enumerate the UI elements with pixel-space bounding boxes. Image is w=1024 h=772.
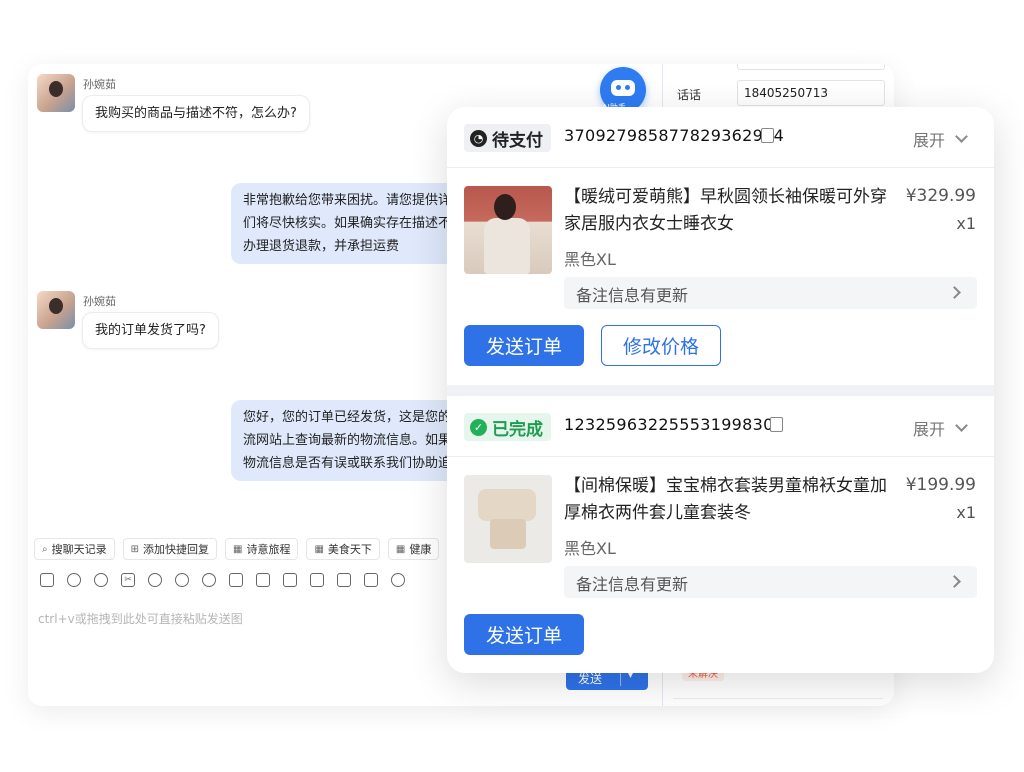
chip-label: 搜聊天记录 xyxy=(51,543,107,556)
expand-toggle[interactable]: 展开 xyxy=(913,127,968,151)
avatar[interactable] xyxy=(37,291,75,329)
mail-icon[interactable] xyxy=(364,573,378,587)
sticker-icon[interactable] xyxy=(202,573,216,587)
message-bubble-incoming: 我购买的商品与描述不符，怎么办? xyxy=(82,95,310,132)
product-quantity: x1 xyxy=(956,214,976,233)
download-icon[interactable] xyxy=(256,573,270,587)
expand-label: 展开 xyxy=(913,131,946,150)
chip-label: 美食天下 xyxy=(327,543,372,556)
product-price: ¥329.99 xyxy=(905,186,976,206)
file-icon[interactable] xyxy=(310,573,324,587)
chevron-right-icon xyxy=(948,575,961,588)
scissors-icon[interactable]: ✂ xyxy=(121,573,135,587)
order-header: ◔ 待支付 370927985877829362944 展开 xyxy=(447,107,994,168)
product-title: 【暖绒可爱萌熊】早秋圆领长袖保暖可外穿家居服内衣女士睡衣女 xyxy=(564,187,887,234)
divider xyxy=(673,698,883,699)
audio-icon[interactable] xyxy=(148,573,162,587)
send-order-button[interactable]: 发送订单 xyxy=(464,614,584,655)
quick-reply-chip[interactable]: ▦ 美食天下 xyxy=(306,538,380,560)
card-icon[interactable] xyxy=(337,573,351,587)
chip-label: 添加快捷回复 xyxy=(143,543,209,556)
status-badge: ✓ 已完成 xyxy=(464,413,551,441)
copy-icon[interactable] xyxy=(761,124,778,143)
clock-icon[interactable] xyxy=(67,573,81,587)
search-history-chip[interactable]: ⌕ 搜聊天记录 xyxy=(34,538,115,560)
product-variant: 黑色XL xyxy=(564,539,616,558)
remark-label: 备注信息有更新 xyxy=(576,575,689,594)
remark-row[interactable]: 备注信息有更新 xyxy=(564,277,977,309)
folder-icon[interactable] xyxy=(229,573,243,587)
status-label: 已完成 xyxy=(492,419,543,440)
order-number: 123259632255531998302 xyxy=(564,415,785,434)
avatar[interactable] xyxy=(37,74,75,112)
grid-icon: ▦ xyxy=(233,543,243,555)
microphone-icon[interactable] xyxy=(391,573,405,587)
send-order-button[interactable]: 发送订单 xyxy=(464,325,584,366)
add-reply-icon: ⊞ xyxy=(130,543,139,555)
clock-icon: ◔ xyxy=(470,129,487,147)
copy-icon[interactable] xyxy=(770,413,787,432)
chip-label: 健康 xyxy=(409,543,432,556)
modify-price-button[interactable]: 修改价格 xyxy=(601,325,721,366)
message-bubble-incoming: 我的订单发货了吗? xyxy=(82,312,219,349)
add-quick-reply-chip[interactable]: ⊞ 添加快捷回复 xyxy=(122,538,217,560)
screen: AI助手 孙婉茹 我购买的商品与描述不符，怎么办? 非常抱歉给您带来困扰。请您提… xyxy=(0,0,1024,772)
remark-row[interactable]: 备注信息有更新 xyxy=(564,566,977,598)
grid-icon: ▦ xyxy=(314,543,324,555)
order-item: ◔ 待支付 370927985877829362944 展开 【暖绒可爱萌熊】早… xyxy=(447,107,994,385)
order-list-card: ◔ 待支付 370927985877829362944 展开 【暖绒可爱萌熊】早… xyxy=(447,107,994,673)
grid-icon: ▦ xyxy=(395,543,406,555)
product-quantity: x1 xyxy=(956,503,976,522)
chevron-down-icon xyxy=(955,130,968,143)
info-field[interactable] xyxy=(737,64,885,70)
product-image[interactable] xyxy=(464,475,552,563)
expand-label: 展开 xyxy=(913,420,946,439)
coupon-icon[interactable] xyxy=(175,573,189,587)
clipboard-icon[interactable] xyxy=(283,573,297,587)
quick-reply-chip[interactable]: ▦ 诗意旅程 xyxy=(225,538,299,560)
check-circle-icon: ✓ xyxy=(470,418,487,436)
expand-toggle[interactable]: 展开 xyxy=(913,416,968,440)
image-icon[interactable] xyxy=(40,573,54,587)
product-image[interactable] xyxy=(464,186,552,274)
phone-label: 话话 xyxy=(677,88,702,102)
composer-toolbar: ✂ xyxy=(40,573,405,587)
chip-label: 诗意旅程 xyxy=(246,543,291,556)
status-badge: ◔ 待支付 xyxy=(464,124,551,152)
remark-label: 备注信息有更新 xyxy=(576,286,689,305)
chevron-right-icon xyxy=(948,286,961,299)
message-input[interactable]: ctrl+v或拖拽到此处可直接粘贴发送图 xyxy=(38,610,243,627)
order-number: 370927985877829362944 xyxy=(564,126,785,145)
divider xyxy=(447,385,994,396)
order-item: ✓ 已完成 123259632255531998302 展开 【间棉保暖】宝宝棉… xyxy=(447,396,994,673)
product-variant: 黑色XL xyxy=(564,250,616,269)
sender-name: 孙婉茹 xyxy=(83,78,116,91)
emoji-icon[interactable] xyxy=(94,573,108,587)
phone-field[interactable]: 18405250713 xyxy=(737,80,885,106)
sender-name: 孙婉茹 xyxy=(83,295,116,308)
chevron-down-icon xyxy=(955,419,968,432)
product-price: ¥199.99 xyxy=(905,475,976,495)
order-header: ✓ 已完成 123259632255531998302 展开 xyxy=(447,396,994,457)
search-icon: ⌕ xyxy=(42,543,48,555)
quick-reply-chip[interactable]: ▦ 健康 xyxy=(387,538,440,560)
product-title: 【间棉保暖】宝宝棉衣套装男童棉袄女童加厚棉衣两件套儿童套装冬 xyxy=(564,476,887,523)
robot-icon xyxy=(611,80,635,96)
status-label: 待支付 xyxy=(492,130,543,151)
